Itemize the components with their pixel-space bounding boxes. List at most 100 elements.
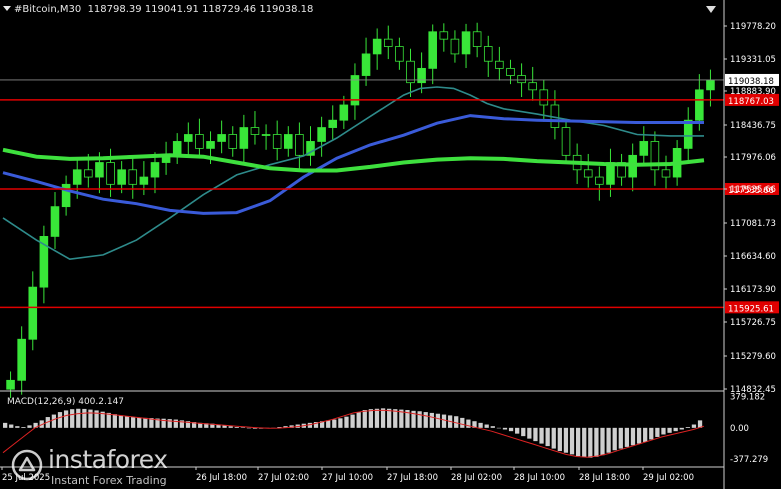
y-tick-label: 116173.90 (730, 285, 776, 295)
macd-bar (515, 427, 520, 434)
macd-bar (332, 419, 337, 428)
candle-body (239, 127, 249, 149)
macd-bar (594, 427, 599, 457)
macd-bar (137, 417, 142, 428)
macd-bar (557, 427, 562, 452)
candle (439, 23, 449, 52)
macd-bar (106, 412, 111, 428)
macd-bar (9, 424, 14, 428)
candle-body (639, 141, 649, 156)
candle (6, 371, 15, 399)
candle-body (50, 206, 60, 237)
candle (150, 152, 160, 194)
candle-body (372, 38, 382, 55)
macd-bar (118, 415, 124, 428)
macd-bar (387, 408, 392, 428)
candle (428, 24, 437, 85)
y-tick-label: 118436.75 (730, 121, 776, 131)
candle (284, 126, 293, 157)
candle (228, 126, 238, 157)
candle (639, 126, 649, 166)
candle (217, 120, 226, 154)
level-label: 115925.61 (728, 304, 774, 314)
candle (272, 120, 282, 161)
candle-body (483, 46, 493, 62)
macd-bar (643, 427, 648, 442)
candle-body (395, 46, 404, 62)
macd-bar (246, 427, 252, 429)
y-tick-label: 115726.75 (730, 318, 776, 328)
macd-bar (88, 409, 93, 428)
macd-bar (691, 424, 697, 428)
x-tick-label: 28 Jul 18:00 (579, 473, 630, 483)
macd-bar (82, 408, 87, 428)
candle-body (17, 338, 26, 381)
candle (383, 25, 393, 60)
macd-bar (508, 427, 514, 432)
candle (628, 143, 637, 192)
candle-body (695, 89, 704, 121)
candle-body (561, 127, 571, 156)
candle (650, 131, 660, 186)
y-tick-label: 117976.06 (730, 153, 776, 163)
chart-window: 118767.03 117535.66 115925.61 119038.18 379… (0, 0, 781, 489)
macd-bar (417, 411, 422, 428)
price-chart[interactable]: 118767.03117535.66115925.61119038.18 379… (0, 0, 781, 489)
candle-body (84, 169, 93, 178)
candle-body (128, 169, 138, 185)
candle (172, 133, 182, 164)
candle (250, 111, 260, 145)
macd-bar (563, 427, 569, 453)
logo-tagline: Instant Forex Trading (51, 474, 167, 487)
candle-body (517, 75, 526, 84)
macd-bar (112, 414, 117, 428)
macd-bar (374, 408, 380, 428)
candle (195, 118, 204, 159)
macd-bar (3, 422, 8, 428)
candle (495, 46, 504, 81)
candle (372, 28, 382, 70)
current-price-label: 119038.18 (728, 77, 774, 87)
candle (139, 161, 149, 196)
candle-body (284, 134, 293, 149)
candle-body (583, 169, 593, 178)
y-tick-label: 116634.60 (730, 252, 776, 262)
candle (61, 175, 71, 216)
candle-body (117, 169, 126, 185)
candle-body (383, 38, 393, 47)
watermark-logo: instaforex Instant Forex Trading (10, 445, 180, 487)
candle-body (261, 134, 271, 136)
macd-y-tick-label: -377.279 (730, 455, 768, 465)
shift-arrow-icon[interactable] (706, 6, 716, 13)
macd-bar (630, 427, 636, 446)
macd-bar (521, 427, 526, 437)
candle (506, 59, 515, 85)
macd-bar (380, 408, 386, 428)
macd-bar (429, 412, 434, 428)
macd-bar (551, 427, 556, 449)
macd-bar (685, 427, 690, 428)
candle-body (206, 141, 215, 149)
dropdown-arrow-icon[interactable] (3, 6, 11, 11)
macd-bar (228, 426, 233, 428)
candle (50, 192, 60, 249)
price-levels-group: 118767.03 117535.66 115925.61 119038.18 (0, 73, 779, 314)
candle (595, 166, 604, 201)
macd-bar (326, 420, 331, 428)
candle-body (428, 31, 437, 69)
candle (128, 157, 138, 199)
macd-bar (496, 427, 502, 429)
candle-body (361, 53, 371, 76)
candle (417, 52, 426, 94)
candle-body (450, 38, 460, 55)
candle-body (317, 127, 326, 142)
macd-bar (661, 427, 666, 435)
macd-bar (57, 412, 63, 428)
macd-bar (484, 424, 489, 428)
candle-body (439, 31, 449, 40)
macd-bar (569, 427, 575, 455)
macd-bar (51, 414, 57, 428)
macd-bar (612, 427, 617, 451)
macd-bar (423, 412, 428, 428)
candle (184, 122, 193, 155)
